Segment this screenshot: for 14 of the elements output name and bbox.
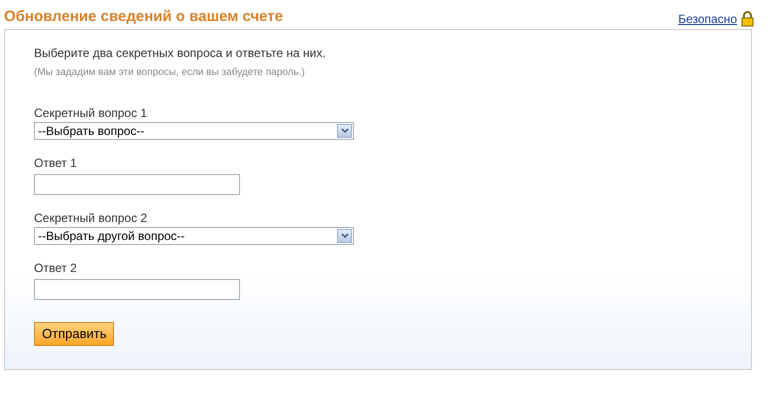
intro-text: Выберите два секретных вопроса и ответьте на них. — [34, 45, 326, 62]
question-dropdown[interactable]: --Выбрать вопрос-- — [34, 122, 354, 140]
padlock-icon — [741, 11, 754, 27]
answer-field[interactable] — [34, 174, 240, 195]
answer-field[interactable] — [34, 279, 240, 300]
hint-text: (Мы зададим вам эти вопросы, если вы забудете пароль.) — [34, 66, 305, 80]
field-label: Секретный вопрос 1 — [34, 106, 148, 120]
field-label: Ответ 1 — [34, 156, 77, 170]
secure-link[interactable]: Безопасно — [678, 10, 737, 28]
field-label: Секретный вопрос 2 — [34, 211, 148, 225]
field-label: Ответ 2 — [34, 261, 77, 275]
page-title: Обновление сведений о вашем счете — [4, 6, 283, 26]
question-dropdown[interactable]: --Выбрать другой вопрос-- — [34, 227, 354, 245]
submit-button[interactable]: Отправить — [34, 322, 114, 346]
